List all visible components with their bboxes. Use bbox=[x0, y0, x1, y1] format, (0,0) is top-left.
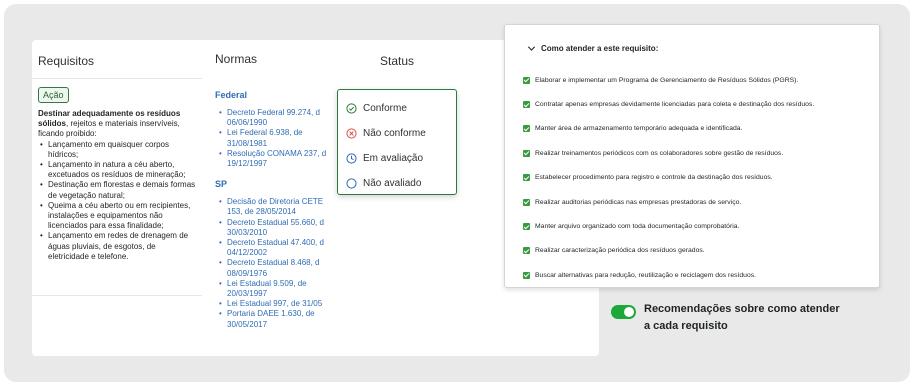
norm-link[interactable]: Decreto Estadual 55.660, d bbox=[215, 218, 330, 228]
recommendation-item: Manter arquivo organizado com toda docum… bbox=[523, 214, 875, 238]
norm-link[interactable]: Decisão de Diretoria CETE bbox=[215, 197, 330, 207]
recommendation-item: Contratar apenas empresas devidamente li… bbox=[523, 92, 875, 116]
recommendation-text: Contratar apenas empresas devidamente li… bbox=[535, 101, 815, 109]
recommendation-text: Manter área de armazenamento temporário … bbox=[535, 125, 743, 133]
requirement-list: Lançamento em quaisquer corpos hídricos;… bbox=[38, 140, 198, 262]
list-item: Destinação em florestas e demais formas … bbox=[38, 180, 198, 200]
recommendation-item: Buscar alternativas para redução, reutil… bbox=[523, 263, 875, 287]
status-label: Em avaliação bbox=[363, 153, 424, 164]
status-option-nao-avaliado[interactable]: Não avaliado bbox=[338, 171, 456, 196]
recommendation-item: Elaborar e implementar um Programa de Ge… bbox=[523, 68, 875, 92]
toggle-label-line1: Recomendações sobre como atender bbox=[644, 303, 840, 315]
norm-link-cont[interactable]: 06/06/1990 bbox=[215, 118, 330, 128]
norm-link-cont[interactable]: 08/09/1976 bbox=[215, 269, 330, 279]
header-normas: Normas bbox=[215, 52, 258, 66]
status-option-nao-conforme[interactable]: Não conforme bbox=[338, 121, 456, 146]
check-icon bbox=[523, 247, 530, 255]
status-dropdown[interactable]: Conforme Não conforme Em avaliação Não a… bbox=[337, 89, 457, 195]
check-icon bbox=[523, 198, 530, 206]
norm-link-cont[interactable]: 19/12/1997 bbox=[215, 159, 330, 169]
clock-icon bbox=[346, 153, 357, 164]
norm-link[interactable]: Decreto Estadual 47.400, d bbox=[215, 238, 330, 248]
row-divider bbox=[32, 295, 202, 296]
recommendation-text: Manter arquivo organizado com toda docum… bbox=[535, 223, 740, 231]
check-icon bbox=[523, 101, 530, 109]
norm-link[interactable]: Lei Federal 6.938, de bbox=[215, 128, 330, 138]
check-icon bbox=[523, 223, 530, 231]
norm-link-cont[interactable]: 20/03/1997 bbox=[215, 289, 330, 299]
recommendation-text: Elaborar e implementar um Programa de Ge… bbox=[535, 76, 799, 84]
list-item: Queima a céu aberto ou em recipientes, i… bbox=[38, 201, 198, 232]
toggle-label: Recomendações sobre como atender a cada … bbox=[644, 301, 864, 335]
norms-column: Federal Decreto Federal 99.274, d 06/06/… bbox=[215, 90, 330, 330]
recommendations-header[interactable]: Como atender a este requisito: bbox=[527, 44, 658, 53]
norm-link[interactable]: Lei Estadual 9.509, de bbox=[215, 279, 330, 289]
norm-link[interactable]: Lei Estadual 997, de 31/05 bbox=[215, 299, 330, 309]
status-label: Conforme bbox=[363, 103, 407, 114]
recommendation-item: Estabelecer procedimento para registro e… bbox=[523, 166, 875, 190]
norm-link[interactable]: Resolução CONAMA 237, d bbox=[215, 149, 330, 159]
recommendation-item: Manter área de armazenamento temporário … bbox=[523, 117, 875, 141]
acao-badge: Ação bbox=[38, 87, 69, 103]
chevron-down-icon[interactable] bbox=[527, 44, 536, 53]
recommendations-toggle[interactable] bbox=[611, 305, 636, 319]
norm-link-cont[interactable]: 30/05/2017 bbox=[215, 320, 330, 330]
status-option-em-avaliacao[interactable]: Em avaliação bbox=[338, 146, 456, 171]
sp-norms-list: Decisão de Diretoria CETE 153, de 28/05/… bbox=[215, 197, 330, 330]
norm-link-cont[interactable]: 153, de 28/05/2014 bbox=[215, 207, 330, 217]
recommendations-list: Elaborar e implementar um Programa de Ge… bbox=[523, 68, 875, 288]
recommendation-text: Buscar alternativas para redução, reutil… bbox=[535, 271, 757, 279]
norm-link[interactable]: Portaria DAEE 1.630, de bbox=[215, 309, 330, 319]
list-item: Lançamento em redes de drenagem de águas… bbox=[38, 231, 198, 262]
recommendation-text: Realizar caracterização periódica dos re… bbox=[535, 247, 705, 255]
list-item: Lançamento in natura a céu aberto, excet… bbox=[38, 160, 198, 180]
norm-link-cont[interactable]: 30/03/2010 bbox=[215, 228, 330, 238]
check-icon bbox=[523, 174, 530, 182]
recommendations-panel: Como atender a este requisito: Elaborar … bbox=[504, 24, 880, 288]
check-circle-icon bbox=[346, 103, 357, 114]
norm-link-cont[interactable]: 31/08/1981 bbox=[215, 139, 330, 149]
check-icon bbox=[523, 149, 530, 157]
recommendation-item: Realizar caracterização periódica dos re… bbox=[523, 239, 875, 263]
recommendation-text: Realizar auditorias periódicas nas empre… bbox=[535, 198, 742, 206]
norm-link-cont[interactable]: 04/12/2002 bbox=[215, 248, 330, 258]
check-icon bbox=[523, 76, 530, 84]
recommendation-text: Estabelecer procedimento para registro e… bbox=[535, 174, 773, 182]
norm-link[interactable]: Decreto Federal 99.274, d bbox=[215, 108, 330, 118]
list-item: Lançamento em quaisquer corpos hídricos; bbox=[38, 140, 198, 160]
toggle-knob bbox=[624, 307, 634, 317]
federal-norms-list: Decreto Federal 99.274, d 06/06/1990 Lei… bbox=[215, 108, 330, 169]
requirement-text: Destinar adequadamente os resíduos sólid… bbox=[38, 109, 198, 262]
recommendation-item: Realizar auditorias periódicas nas empre… bbox=[523, 190, 875, 214]
check-icon bbox=[523, 125, 530, 133]
recommendation-text: Realizar treinamentos periódicos com os … bbox=[535, 149, 784, 157]
recommendations-title: Como atender a este requisito: bbox=[541, 44, 659, 53]
recommendation-item: Realizar treinamentos periódicos com os … bbox=[523, 141, 875, 165]
norm-link[interactable]: Decreto Estadual 8.468, d bbox=[215, 258, 330, 268]
header-divider bbox=[32, 78, 202, 79]
toggle-label-line2: a cada requisito bbox=[644, 320, 728, 332]
check-icon bbox=[523, 271, 530, 279]
empty-circle-icon bbox=[346, 178, 357, 189]
norm-group-federal: Federal bbox=[215, 90, 248, 100]
norm-group-sp: SP bbox=[215, 179, 228, 190]
x-circle-icon bbox=[346, 128, 357, 139]
header-requisitos: Requisitos bbox=[38, 54, 95, 68]
status-label: Não conforme bbox=[363, 128, 426, 139]
status-label: Não avaliado bbox=[363, 178, 422, 189]
header-status: Status bbox=[380, 54, 415, 68]
status-option-conforme[interactable]: Conforme bbox=[338, 96, 456, 121]
